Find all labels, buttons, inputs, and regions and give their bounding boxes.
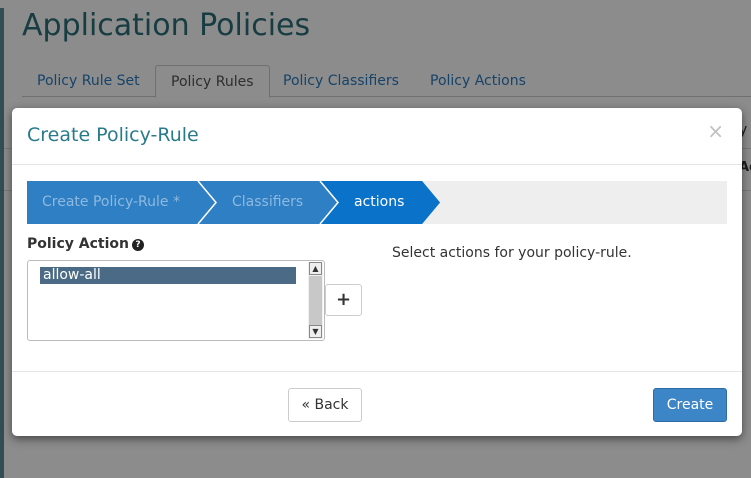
modal-header: Create Policy-Rule × xyxy=(12,108,742,165)
create-policy-rule-modal: Create Policy-Rule × Create Policy-Rule … xyxy=(12,108,742,436)
scroll-down-icon[interactable]: ▼ xyxy=(309,325,322,338)
back-button[interactable]: « Back xyxy=(288,388,362,422)
step-help-text: Select actions for your policy-rule. xyxy=(392,245,632,261)
wizard-step-classifiers[interactable]: Classifiers xyxy=(232,181,303,224)
policy-action-select[interactable]: allow-all ▲ ▼ xyxy=(27,260,325,341)
help-icon[interactable]: ? xyxy=(132,239,144,251)
policy-action-label-text: Policy Action xyxy=(27,236,129,252)
create-button[interactable]: Create xyxy=(653,388,727,422)
wizard-steps: Create Policy-Rule * Classifiers actions xyxy=(27,181,727,224)
modal-footer: « Back Create xyxy=(12,371,742,436)
scroll-thumb[interactable] xyxy=(309,276,322,325)
policy-action-label: Policy Action? xyxy=(27,236,144,252)
option-allow-all[interactable]: allow-all xyxy=(40,267,296,284)
wizard-step-create-policy-rule[interactable]: Create Policy-Rule * xyxy=(42,181,180,224)
listbox-scrollbar[interactable]: ▲ ▼ xyxy=(308,262,323,339)
close-icon[interactable]: × xyxy=(707,121,724,141)
wizard-step-actions[interactable]: actions xyxy=(354,181,404,224)
scroll-up-icon[interactable]: ▲ xyxy=(309,262,322,275)
modal-title: Create Policy-Rule xyxy=(27,124,199,146)
add-action-button[interactable]: + xyxy=(325,284,362,316)
